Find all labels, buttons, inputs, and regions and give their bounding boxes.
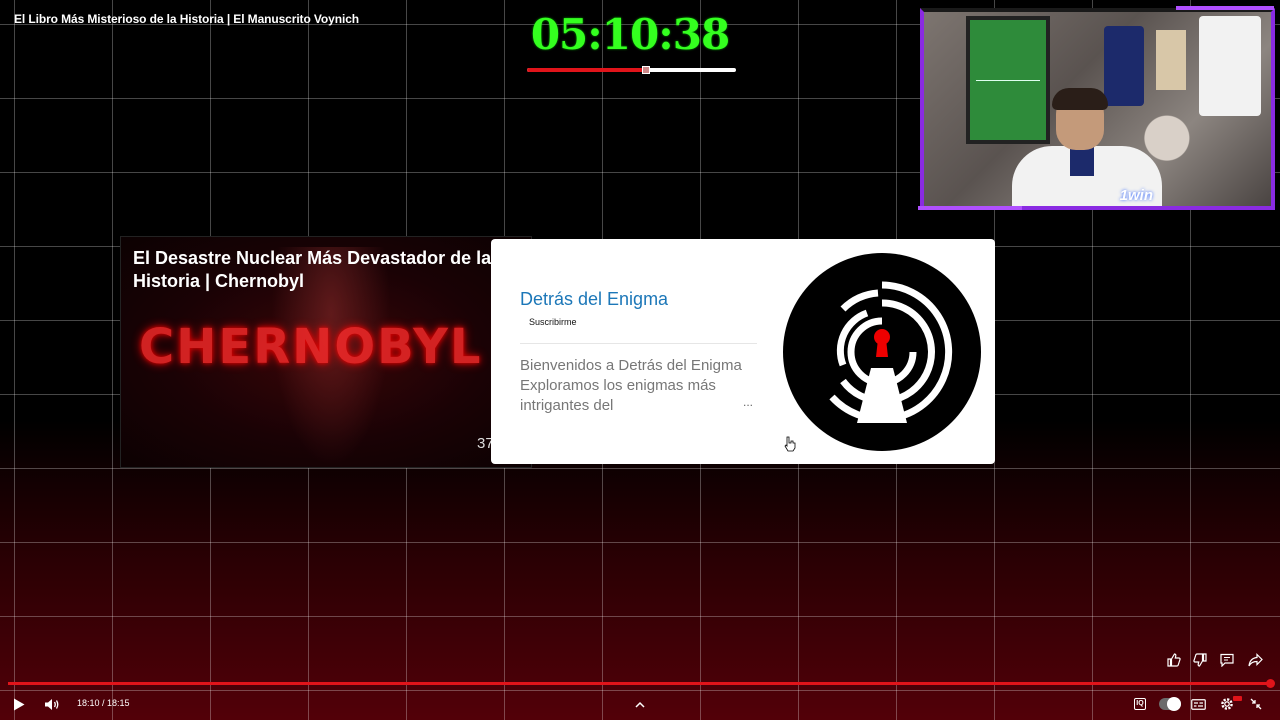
webcam-accent-top — [1176, 6, 1274, 10]
wall-frame — [1156, 30, 1186, 90]
exit-fullscreen-icon[interactable] — [1246, 694, 1266, 714]
subtitles-icon[interactable] — [1189, 694, 1207, 714]
thumbnail-text: CHERNOBYL — [139, 319, 483, 375]
time-display: 18:10 / 18:15 — [77, 698, 130, 708]
overlay-timer-bar-fill — [527, 68, 647, 72]
hd-badge — [1233, 696, 1242, 701]
iq-icon[interactable]: IQ — [1131, 694, 1149, 714]
autoplay-toggle[interactable] — [1157, 694, 1183, 714]
chevron-up-icon[interactable] — [632, 694, 648, 714]
jersey-white — [1199, 16, 1261, 116]
side-actions — [1164, 650, 1268, 670]
share-icon[interactable] — [1245, 650, 1265, 670]
comment-icon[interactable] — [1217, 650, 1237, 670]
video-frame[interactable]: El Libro Más Misterioso de la Historia |… — [0, 0, 1280, 720]
divider — [520, 343, 757, 344]
more-button[interactable]: ... — [743, 395, 753, 409]
endscreen-video-card[interactable]: CHERNOBYL El Desastre Nuclear Más Devast… — [120, 236, 532, 468]
volume-icon[interactable] — [42, 694, 62, 714]
channel-avatar-icon[interactable] — [783, 253, 981, 451]
streamer-webcam: 1win — [920, 8, 1275, 210]
thumbs-down-icon[interactable] — [1190, 650, 1210, 670]
thumbs-up-icon[interactable] — [1164, 650, 1184, 670]
player-controls: 18:10 / 18:15 IQ — [0, 690, 1280, 718]
subscribe-button[interactable]: Suscribirme — [529, 317, 577, 327]
play-icon[interactable] — [10, 694, 28, 714]
overlay-timer-knob — [642, 66, 650, 74]
channel-description: Bienvenidos a Detrás del Enigma Exploram… — [520, 357, 742, 414]
overlay-timer: 05:10:38 — [530, 10, 730, 59]
seek-handle[interactable] — [1266, 679, 1275, 688]
sponsor-logo: 1win — [1119, 187, 1153, 204]
seek-bar[interactable] — [8, 682, 1272, 685]
endscreen-channel-card[interactable]: Detrás del Enigma Suscribirme Bienvenido… — [491, 239, 995, 464]
endscreen-video-title[interactable]: El Desastre Nuclear Más Devastador de la… — [133, 247, 513, 293]
video-title[interactable]: El Libro Más Misterioso de la Historia |… — [14, 12, 359, 26]
overlay-timer-bar — [527, 68, 736, 72]
webcam-accent-bottom — [918, 206, 1022, 210]
channel-name[interactable]: Detrás del Enigma — [520, 289, 668, 310]
hand-cursor-icon — [784, 436, 796, 452]
